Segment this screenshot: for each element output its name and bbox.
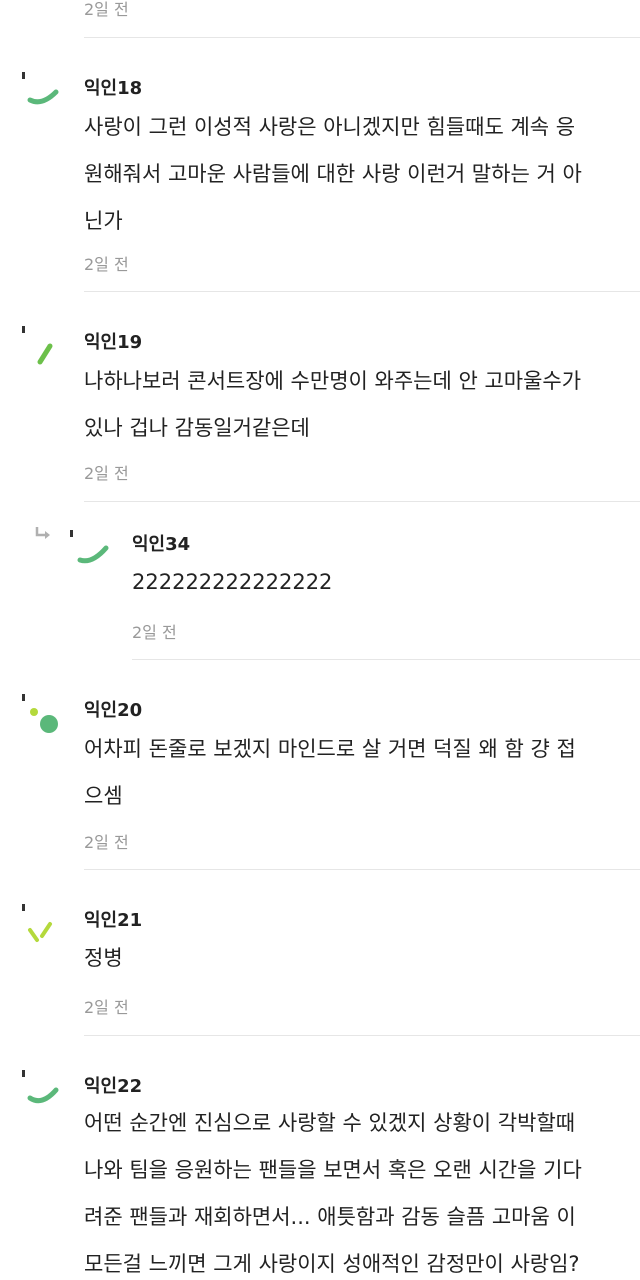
- divider: [84, 1035, 640, 1036]
- comment-line: 있나 겁나 감동일거같은데: [84, 416, 310, 440]
- comment-body: 정병: [84, 935, 123, 982]
- avatar[interactable]: [20, 902, 64, 946]
- comment-line: 222222222222222: [132, 570, 333, 594]
- comment-body: 어떤 순간엔 진심으로 사랑할 수 있겠지 상황이 각박할때 나와 팀을 응원하…: [84, 1100, 582, 1280]
- comment-line: 원해줘서 고마운 사람들에 대한 사랑 이런거 말하는 거 아: [84, 162, 582, 186]
- comment-body: 어차피 돈줄로 보겠지 마인드로 살 거면 덕질 왜 함 걍 접 으셈: [84, 726, 576, 820]
- comment-time: 2일 전: [132, 623, 177, 642]
- comment-line: 으셈: [84, 784, 123, 808]
- comment-body: 222222222222222: [132, 559, 332, 606]
- divider: [84, 37, 640, 38]
- comment-time: 2일 전: [84, 464, 129, 483]
- comment-time: 2일 전: [84, 0, 129, 19]
- comment-author[interactable]: 익인34: [132, 530, 190, 556]
- avatar[interactable]: [20, 70, 64, 114]
- divider: [84, 291, 640, 292]
- comment-author[interactable]: 익인21: [84, 906, 142, 932]
- divider: [132, 659, 640, 660]
- comment-time: 2일 전: [84, 833, 129, 852]
- comment-time: 2일 전: [84, 255, 129, 274]
- comment-line: 려준 팬들과 재회하면서... 애틋함과 감동 슬픔 고마움 이: [84, 1205, 576, 1229]
- comment-line: 어차피 돈줄로 보겠지 마인드로 살 거면 덕질 왜 함 걍 접: [84, 737, 576, 761]
- comment-author[interactable]: 익인18: [84, 74, 142, 100]
- comment-line: 정병: [84, 946, 123, 970]
- comment-line: 사랑이 그런 이성적 사랑은 아니겠지만 힘들때도 계속 응: [84, 115, 576, 139]
- comment-line: 모든걸 느끼면 그게 사랑이지 성애적인 감정만이 사랑임?: [84, 1252, 580, 1276]
- comment-author[interactable]: 익인19: [84, 328, 142, 354]
- avatar[interactable]: [20, 692, 64, 736]
- comment-line: 나와 팀을 응원하는 팬들을 보면서 혹은 오랜 시간을 기다: [84, 1158, 582, 1182]
- avatar[interactable]: [20, 1068, 64, 1112]
- comment-author[interactable]: 익인22: [84, 1072, 142, 1098]
- divider: [84, 501, 640, 502]
- comment-line: 닌가: [84, 209, 123, 233]
- comment-line: 나하나보러 콘서트장에 수만명이 와주는데 안 고마울수가: [84, 369, 582, 393]
- divider: [84, 869, 640, 870]
- comment-thread: 2일 전 익인18 사랑이 그런 이성적 사랑은 아니겠지만 힘들때도 계속 응…: [0, 0, 640, 1280]
- reply-arrow-icon: [34, 526, 52, 546]
- comment-line: 어떤 순간엔 진심으로 사랑할 수 있겠지 상황이 각박할때: [84, 1111, 576, 1135]
- comment-author[interactable]: 익인20: [84, 696, 142, 722]
- comment-time: 2일 전: [84, 998, 129, 1017]
- comment-body: 사랑이 그런 이성적 사랑은 아니겠지만 힘들때도 계속 응 원해줘서 고마운 …: [84, 104, 582, 245]
- comment-body: 나하나보러 콘서트장에 수만명이 와주는데 안 고마울수가 있나 겁나 감동일거…: [84, 358, 581, 452]
- avatar[interactable]: [68, 528, 112, 572]
- avatar[interactable]: [20, 324, 64, 368]
